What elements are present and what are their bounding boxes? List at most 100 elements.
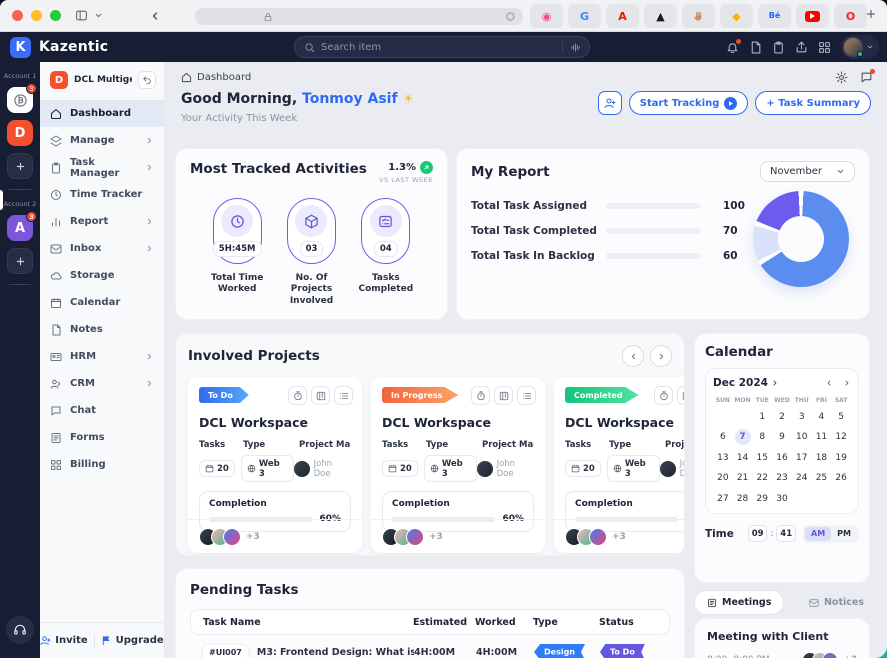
sidebar-item-time-tracker[interactable]: Time Tracker [40, 181, 164, 208]
tab-meetings[interactable]: Meetings [694, 590, 785, 615]
voice-search-icon[interactable] [570, 42, 581, 53]
tab-notices[interactable]: Notices [809, 597, 864, 608]
documents-button[interactable] [749, 41, 762, 54]
upgrade-button[interactable]: Upgrade [101, 635, 164, 646]
sidebar-item-dashboard[interactable]: Dashboard [40, 100, 164, 127]
share-button[interactable] [795, 41, 808, 54]
hand-extension-icon[interactable] [682, 4, 715, 28]
sidebar-item-task-manager[interactable]: Task Manager [40, 154, 164, 181]
month-dropdown[interactable]: November [759, 161, 855, 182]
calendar-day[interactable]: 10 [792, 429, 812, 445]
search-input[interactable] [321, 41, 562, 53]
calendar-day[interactable]: 17 [792, 450, 812, 466]
adobe-extension-icon[interactable]: A [606, 4, 639, 28]
task-summary-button[interactable]: + Task Summary [755, 91, 871, 115]
sidebar-item-storage[interactable]: Storage [40, 262, 164, 289]
list-button[interactable] [517, 386, 536, 405]
browser-sidebar-toggle[interactable] [75, 9, 88, 22]
behance-extension-icon[interactable]: Bé [758, 4, 791, 28]
account-a-button[interactable]: A 3 [7, 211, 37, 241]
calendar-day[interactable]: 28 [733, 491, 753, 507]
user-menu[interactable] [841, 35, 879, 59]
notifications-button[interactable] [726, 38, 741, 54]
app-logo[interactable]: K [10, 36, 31, 58]
project-card-2[interactable]: Completed DCL Workspace Tasks Type Proje… [554, 377, 684, 553]
calendar-day[interactable]: 4 [812, 409, 832, 425]
sidebar-item-forms[interactable]: Forms [40, 424, 164, 451]
sketch-extension-icon[interactable]: ◆ [720, 4, 753, 28]
dribbble-extension-icon[interactable]: ◉ [530, 4, 563, 28]
sidebar-item-billing[interactable]: Billing [40, 451, 164, 478]
projects-prev-button[interactable] [622, 345, 644, 367]
calendar-month[interactable]: Dec 2024 [713, 377, 768, 389]
sidebar-item-manage[interactable]: Manage [40, 127, 164, 154]
timer-button[interactable] [471, 386, 490, 405]
settings-button[interactable] [835, 71, 848, 84]
sidebar-item-inbox[interactable]: Inbox [40, 235, 164, 262]
calendar-day[interactable]: 21 [733, 470, 753, 486]
calendar-day[interactable]: 15 [752, 450, 772, 466]
calendar-day[interactable]: 16 [772, 450, 792, 466]
invite-button[interactable]: Invite [40, 635, 88, 646]
sidebar-item-notes[interactable]: Notes [40, 316, 164, 343]
calendar-day[interactable]: 12 [831, 429, 851, 445]
kanban-button[interactable] [677, 386, 684, 405]
calendar-day[interactable]: 2 [772, 409, 792, 425]
project-card-1[interactable]: In Progress DCL Workspace Tasks Type Pro… [371, 377, 545, 553]
calendar-day[interactable]: 29 [752, 491, 772, 507]
close-window-button[interactable] [12, 10, 23, 21]
breadcrumb[interactable]: Dashboard [181, 72, 251, 83]
calendar-day[interactable]: 1 [752, 409, 772, 425]
pending-task-row[interactable]: #UI007 M3: Frontend Design: What is Mix … [190, 635, 670, 658]
global-search[interactable] [294, 36, 590, 58]
calendar-day[interactable]: 30 [772, 491, 792, 507]
minute-input[interactable]: 41 [776, 525, 796, 542]
calendar-day[interactable]: 8 [752, 429, 772, 445]
add-member-button[interactable] [597, 91, 622, 115]
calendar-next-button[interactable] [843, 379, 851, 387]
pm-option[interactable]: PM [831, 527, 857, 541]
timer-button[interactable] [654, 386, 673, 405]
calendar-day[interactable]: 14 [733, 450, 753, 466]
project-card-0[interactable]: To Do DCL Workspace Tasks Type Project M… [188, 377, 362, 553]
calendar-day[interactable]: 27 [713, 491, 733, 507]
account-bitcoin-button[interactable]: 3 [7, 83, 37, 113]
calendar-day[interactable]: 11 [812, 429, 832, 445]
calendar-day[interactable]: 23 [772, 470, 792, 486]
mountain-extension-icon[interactable]: ▲ [644, 4, 677, 28]
projects-next-button[interactable] [650, 345, 672, 367]
timer-button[interactable] [288, 386, 307, 405]
calendar-day[interactable]: 26 [831, 470, 851, 486]
calendar-day[interactable]: 18 [812, 450, 832, 466]
calendar-day[interactable]: 24 [792, 470, 812, 486]
sidebar-item-crm[interactable]: CRM [40, 370, 164, 397]
sidebar-item-calendar[interactable]: Calendar [40, 289, 164, 316]
calendar-day[interactable]: 13 [713, 450, 733, 466]
calendar-day[interactable]: 5 [831, 409, 851, 425]
sidebar-item-chat[interactable]: Chat [40, 397, 164, 424]
account-dcl-button[interactable]: D [7, 120, 33, 146]
calendar-day[interactable]: 20 [713, 470, 733, 486]
workspace-switcher[interactable]: D DCL Multigent... [40, 62, 164, 96]
calendar-day[interactable]: 25 [812, 470, 832, 486]
calendar-day-selected[interactable]: 7 [734, 429, 751, 445]
add-workspace-button-1[interactable] [7, 153, 33, 179]
sidebar-item-report[interactable]: Report [40, 208, 164, 235]
opera-extension-icon[interactable]: O [834, 4, 867, 28]
kanban-button[interactable] [311, 386, 330, 405]
feedback-button[interactable] [860, 69, 875, 84]
add-workspace-button-2[interactable] [7, 248, 33, 274]
hour-input[interactable]: 09 [747, 525, 768, 542]
support-button[interactable] [6, 616, 34, 644]
am-option[interactable]: AM [805, 526, 832, 541]
collapse-sidebar-button[interactable] [138, 71, 156, 89]
apps-grid-button[interactable] [818, 41, 831, 54]
new-tab-button[interactable] [865, 8, 877, 20]
tab-group-chevron-icon[interactable] [94, 11, 103, 20]
calendar-prev-button[interactable] [825, 379, 833, 387]
kanban-button[interactable] [494, 386, 513, 405]
calendar-day[interactable]: 19 [831, 450, 851, 466]
calendar-day[interactable]: 22 [752, 470, 772, 486]
calendar-day[interactable]: 3 [792, 409, 812, 425]
meeting-card[interactable]: Meeting with Client 8:00 -8:00 PM +3 [694, 618, 870, 658]
